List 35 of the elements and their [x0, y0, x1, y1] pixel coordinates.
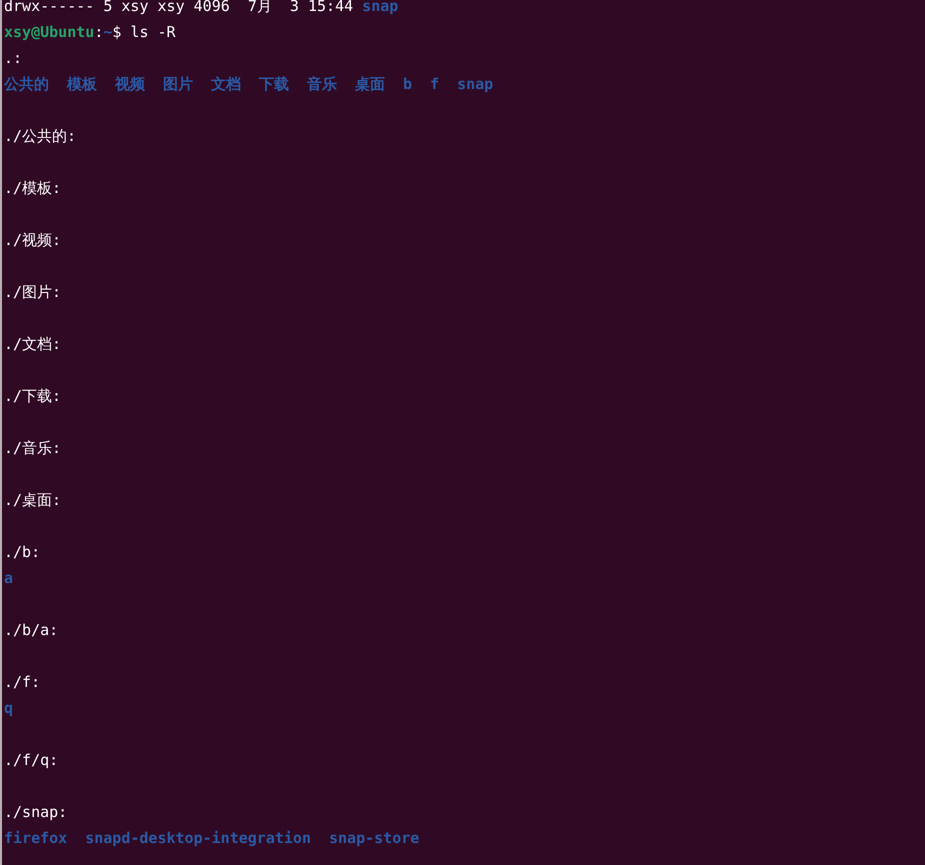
directory-name: 文档	[211, 75, 241, 93]
directory-name: q	[4, 699, 14, 717]
terminal-text: ./图片:	[4, 283, 62, 301]
directory-name: snap-store	[329, 829, 420, 847]
directory-name: b	[403, 75, 412, 93]
directory-name: 公共的	[4, 75, 49, 93]
terminal-text: ./公共的:	[4, 127, 76, 145]
directory-name: f	[430, 75, 440, 93]
terminal-text: ./b:	[4, 543, 40, 561]
directory-name: 桌面	[355, 75, 385, 93]
directory-name: snap	[457, 75, 494, 93]
directory-name: 下载	[259, 75, 289, 93]
directory-name: 图片	[163, 75, 193, 93]
terminal-text: ./下载:	[4, 387, 62, 405]
prompt-user: xsy@Ubuntu	[4, 23, 94, 41]
terminal-text: ./b/a:	[4, 621, 58, 639]
directory-name: 视频	[115, 75, 145, 93]
terminal-text: ./桌面:	[4, 491, 62, 509]
directory-name: snapd-desktop-integration	[85, 829, 311, 847]
directory-name: 模板	[67, 75, 97, 93]
directory-name: a	[4, 569, 14, 587]
terminal-text: ./视频:	[4, 231, 62, 249]
directory-name: firefox	[4, 829, 68, 847]
terminal-text: $ ls -R	[112, 23, 176, 41]
terminal-text: ./模板:	[4, 179, 62, 197]
terminal-text: ./f/q:	[4, 751, 58, 769]
terminal-text: ./文档:	[4, 335, 62, 353]
terminal-text: :	[94, 23, 104, 41]
terminal-text: .:	[4, 49, 22, 67]
directory-name: 音乐	[307, 75, 337, 93]
prompt-path: ~	[103, 23, 112, 41]
directory-name: snap	[362, 0, 398, 15]
terminal-text: ./snap:	[4, 803, 68, 821]
terminal-text: ./f:	[4, 673, 40, 691]
terminal-text: ./音乐:	[4, 439, 62, 457]
